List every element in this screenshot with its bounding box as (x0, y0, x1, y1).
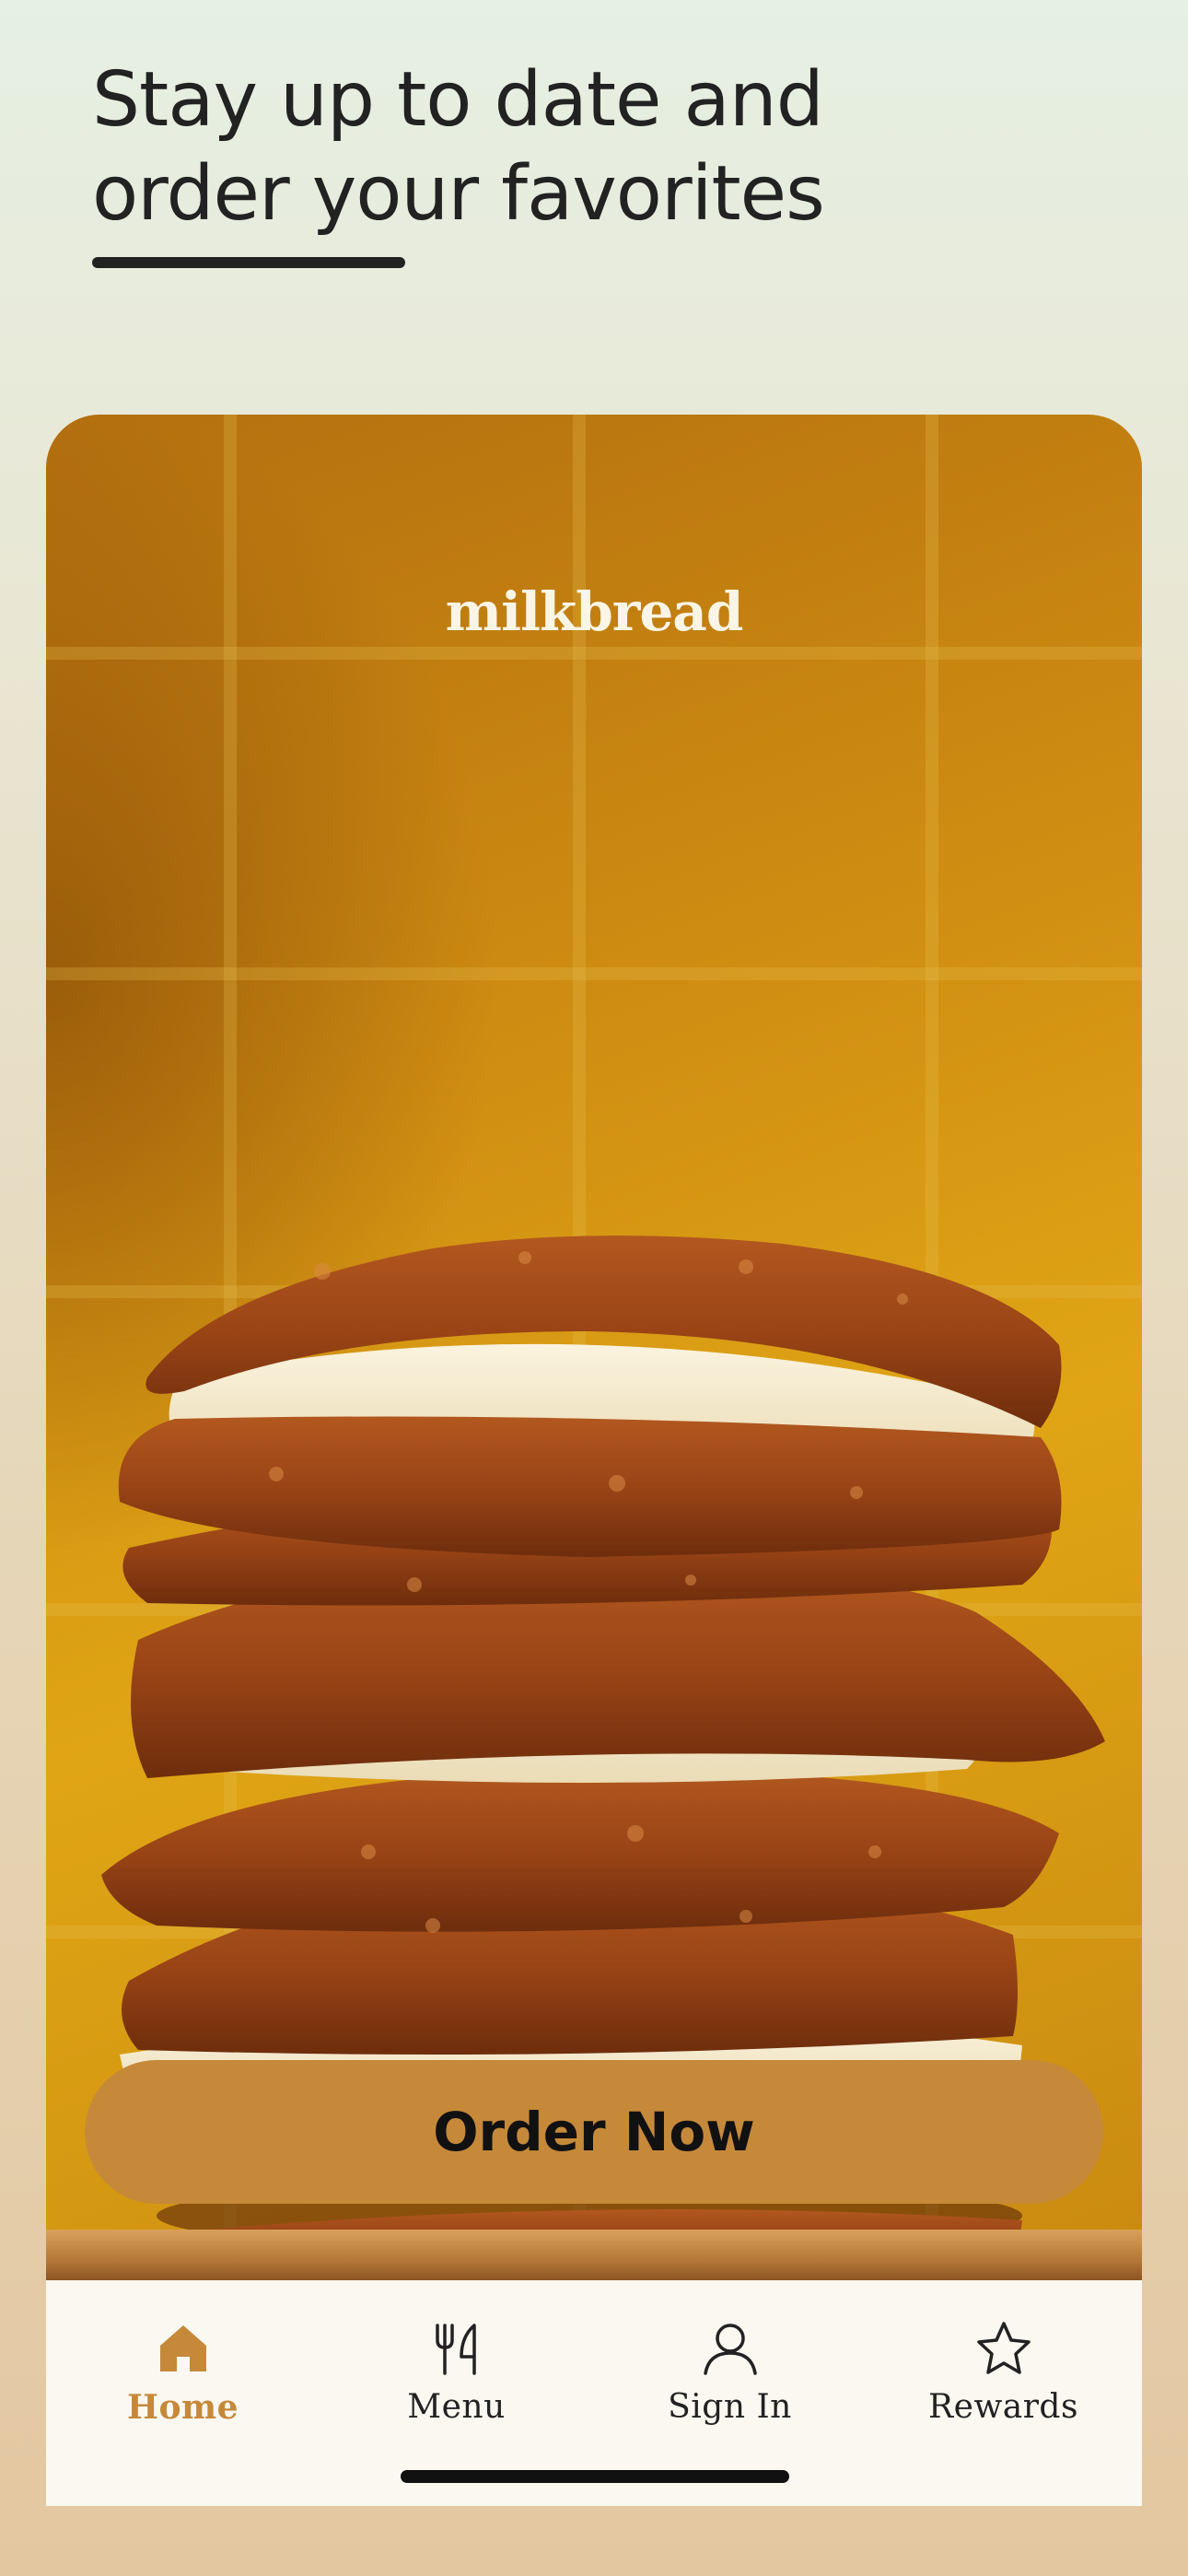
tab-menu-label: Menu (407, 2388, 506, 2426)
title-line-1: Stay up to date and (92, 56, 824, 144)
tab-menu[interactable]: Menu (320, 2280, 593, 2455)
tab-home[interactable]: Home (46, 2280, 320, 2455)
person-icon (703, 2324, 757, 2375)
home-indicator[interactable] (401, 2470, 789, 2483)
title-line-2: order your favorites (92, 150, 825, 238)
tab-home-label: Home (126, 2388, 239, 2427)
tab-rewards-label: Rewards (928, 2388, 1078, 2426)
order-now-button[interactable]: Order Now (85, 2060, 1103, 2204)
star-icon (976, 2322, 1031, 2374)
fork-knife-icon (435, 2324, 476, 2375)
wooden-shelf (46, 2230, 1142, 2280)
tab-sign-in[interactable]: Sign In (593, 2280, 867, 2455)
cookie-stack-image (101, 1235, 1105, 2261)
bottom-tab-bar: Home Menu Sign In Rewards (46, 2280, 1142, 2506)
home-icon (159, 2325, 206, 2371)
title-underline (92, 257, 405, 268)
order-now-label: Order Now (433, 2101, 755, 2163)
tab-sign-in-label: Sign In (668, 2388, 792, 2426)
promo-card: milkbread Order Now Home Menu Sign In Re… (46, 415, 1142, 2506)
page-title: Stay up to date and order your favorites (92, 53, 1013, 241)
tab-rewards[interactable]: Rewards (867, 2280, 1140, 2455)
hero-image: milkbread Order Now (46, 415, 1142, 2280)
